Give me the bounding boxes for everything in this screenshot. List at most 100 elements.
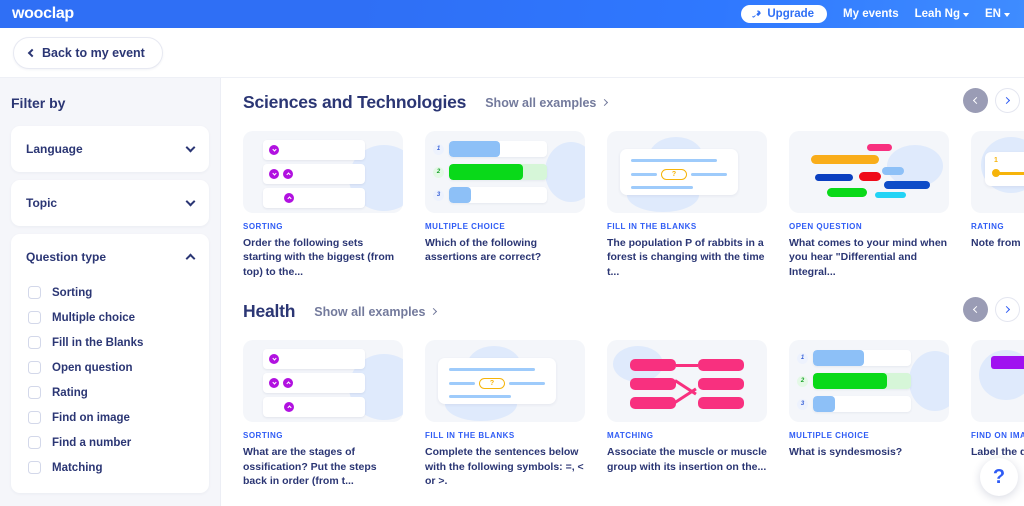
example-card[interactable]: 1 2 3 MULTIPLE CHOICE What is syndesmosi…: [789, 340, 949, 488]
filter-option-label: Matching: [52, 461, 103, 474]
checkbox-icon[interactable]: [28, 361, 41, 374]
filter-option-find-on-image[interactable]: Find on image: [26, 405, 194, 430]
user-name-label: Leah Ng: [914, 8, 961, 20]
card-thumbnail: 1 2 3: [789, 340, 949, 423]
filter-by-heading: Filter by: [11, 95, 66, 111]
show-all-examples-link[interactable]: Show all examples: [485, 96, 609, 110]
carousel-next-button[interactable]: [995, 88, 1020, 113]
checkbox-icon[interactable]: [28, 461, 41, 474]
subheader: Back to my event: [0, 28, 1024, 78]
chevron-down-icon: [963, 12, 970, 17]
rating-illustration: 1: [971, 131, 1024, 213]
my-events-label: My events: [843, 8, 899, 20]
checkbox-icon[interactable]: [28, 436, 41, 449]
checkbox-icon[interactable]: [28, 336, 41, 349]
show-all-examples-link[interactable]: Show all examples: [314, 305, 438, 319]
card-carousel: SORTING Order the following sets startin…: [243, 131, 1024, 279]
filter-option-label: Find on image: [52, 411, 130, 424]
filter-group-language: Language: [11, 126, 209, 172]
example-card[interactable]: 1 2 3 MULTIPLE CHOICE Which of the follo…: [425, 131, 585, 279]
card-question-text: What are the stages of ossification? Put…: [243, 446, 377, 488]
checkbox-icon[interactable]: [28, 286, 41, 299]
chevron-right-icon: [430, 308, 438, 316]
chevron-left-icon: [972, 96, 981, 105]
card-thumbnail: [971, 340, 1024, 423]
help-button[interactable]: ?: [980, 458, 1018, 496]
card-question-text: Associate the muscle or muscle group wit…: [607, 446, 767, 473]
example-card[interactable]: SORTING Order the following sets startin…: [243, 131, 403, 279]
filter-option-label: Sorting: [52, 286, 93, 299]
filter-option-find-a-number[interactable]: Find a number: [26, 430, 194, 455]
filter-option-label: Open question: [52, 361, 133, 374]
section-health: Health Show all examples SORTING What ar…: [243, 297, 1024, 488]
card-question-text: Note from 1 to 5 : Fully un...: [971, 237, 1024, 249]
question-mark-icon: ?: [992, 465, 1006, 488]
carousel-prev-button[interactable]: [963, 88, 988, 113]
filter-group-topic-toggle[interactable]: Topic: [11, 180, 209, 226]
sorting-illustration: [243, 131, 403, 213]
example-card[interactable]: ? FILL IN THE BLANKS The population P of…: [607, 131, 767, 279]
card-question-type: SORTING: [243, 431, 283, 441]
filter-group-language-toggle[interactable]: Language: [11, 126, 209, 172]
filter-option-sorting[interactable]: Sorting: [26, 280, 194, 305]
carousel-next-button[interactable]: [995, 297, 1020, 323]
upgrade-button[interactable]: Upgrade: [741, 5, 828, 23]
filter-group-language-label: Language: [26, 142, 83, 156]
card-question-text: What comes to your mind when you hear "D…: [789, 237, 948, 278]
card-question-type: FILL IN THE BLANKS: [425, 431, 515, 441]
example-card[interactable]: ? FILL IN THE BLANKS Complete the senten…: [425, 340, 585, 488]
filter-group-question-type-toggle[interactable]: Question type: [11, 234, 209, 280]
chevron-down-icon: [185, 196, 196, 207]
card-thumbnail: [243, 340, 403, 423]
wooclap-logo[interactable]: wooclap: [12, 5, 74, 23]
filter-group-topic-label: Topic: [26, 196, 58, 210]
chevron-down-icon: [1004, 12, 1010, 17]
card-question-text: Complete the sentences below with the fo…: [425, 446, 584, 488]
blank-placeholder: ?: [661, 169, 687, 180]
section-title: Sciences and Technologies: [243, 92, 467, 112]
language-label: EN: [985, 8, 1001, 20]
filter-option-matching[interactable]: Matching: [26, 455, 194, 480]
checkbox-icon[interactable]: [28, 411, 41, 424]
filter-sidebar: Filter by Language Topic Question type S…: [0, 78, 221, 506]
multiple-choice-illustration: 1 2 3: [425, 131, 585, 213]
open-question-wordcloud-illustration: [789, 131, 949, 213]
filter-group-question-type-label: Question type: [26, 250, 107, 264]
section-sciences-and-technologies: Sciences and Technologies Show all examp…: [243, 88, 1024, 279]
filter-option-fill-in-the-blanks[interactable]: Fill in the Blanks: [26, 330, 194, 355]
chevron-down-icon: [185, 142, 196, 153]
card-question-type: FIND ON IMAGE: [971, 431, 1024, 441]
filter-option-open-question[interactable]: Open question: [26, 355, 194, 380]
language-menu[interactable]: EN: [985, 8, 1010, 20]
card-question-type: MULTIPLE CHOICE: [789, 431, 870, 441]
examples-main-area: Sciences and Technologies Show all examp…: [221, 78, 1024, 506]
example-card[interactable]: SORTING What are the stages of ossificat…: [243, 340, 403, 488]
checkbox-icon[interactable]: [28, 386, 41, 399]
card-question-text: Order the following sets starting with t…: [243, 237, 395, 278]
rocket-icon: [752, 9, 761, 18]
checkbox-icon[interactable]: [28, 311, 41, 324]
card-carousel: SORTING What are the stages of ossificat…: [243, 340, 1024, 488]
top-navigation-bar: wooclap Upgrade My events Leah Ng EN: [0, 0, 1024, 28]
carousel-prev-button[interactable]: [963, 297, 988, 323]
filter-option-multiple-choice[interactable]: Multiple choice: [26, 305, 194, 330]
filter-option-rating[interactable]: Rating: [26, 380, 194, 405]
example-card[interactable]: 1 RATING Note from 1 to 5 : Fully un...: [971, 131, 1024, 279]
fill-in-the-blanks-illustration: ?: [425, 340, 585, 422]
card-thumbnail: [607, 340, 767, 423]
chevron-right-icon: [601, 98, 609, 107]
example-card[interactable]: OPEN QUESTION What comes to your mind wh…: [789, 131, 949, 279]
multiple-choice-illustration: 1 2 3: [789, 340, 949, 422]
card-thumbnail: ?: [425, 340, 585, 423]
card-thumbnail: [243, 131, 403, 213]
question-type-option-list: Sorting Multiple choice Fill in the Blan…: [11, 280, 209, 493]
user-menu[interactable]: Leah Ng: [914, 8, 970, 20]
card-question-text: What is syndesmosis?: [789, 446, 903, 459]
chevron-right-icon: [1002, 96, 1011, 105]
back-to-my-event-button[interactable]: Back to my event: [13, 36, 163, 69]
section-header: Sciences and Technologies Show all examp…: [243, 88, 1024, 113]
card-question-text: Which of the following assertions are co…: [425, 237, 542, 264]
example-card[interactable]: MATCHING Associate the muscle or muscle …: [607, 340, 767, 488]
my-events-link[interactable]: My events: [843, 8, 899, 20]
chevron-left-icon: [27, 48, 37, 57]
